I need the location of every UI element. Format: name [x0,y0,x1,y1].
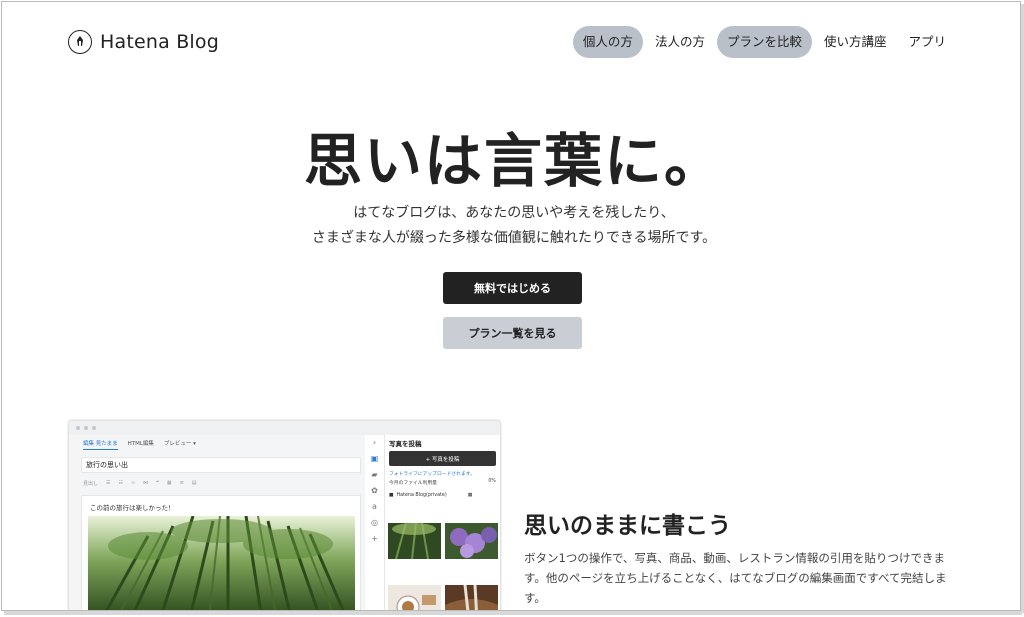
post-body-text: この前の旅行は楽しかった！ [90,504,175,512]
nav-guide[interactable]: 使い方講座 [814,26,897,58]
nav-individual[interactable]: 個人の方 [572,26,643,58]
photo-icon: ▣ [370,454,379,463]
logo-text: Hatena Blog [100,31,219,53]
link-icon: ∞ [130,480,136,486]
table-icon: ▦ [166,480,172,486]
tab-preview: プレビュー ▾ [163,441,196,447]
usage-row: 今月のファイル利用量 0% [389,479,496,486]
folder-icon: ▰ [371,470,378,479]
view-plans-button[interactable]: プラン一覧を見る [443,317,582,349]
nav-app[interactable]: アプリ [898,26,956,58]
editor-pane: 編集 見たまま HTML編集 プレビュー ▾ 旅行の思い出 見出し ☰ ☷ ∞ … [69,435,365,610]
photo-thumbnail [388,523,441,559]
window-dot [92,426,96,430]
photo-thumbnail [388,585,441,610]
page-frame: Hatena Blog 個人の方 法人の方 プランを比較 使い方講座 アプリ 思… [1,1,1021,611]
instagram-icon: ◎ [371,518,378,527]
photo-thumbnail [445,585,498,610]
hero-subtitle-line-1: はてなブログは、あなたの思いや考えを残したり、 [353,205,675,221]
post-title-field: 旅行の思い出 [81,457,361,473]
hero-subtitle-line-2: さまざまな人が綴った多様な価値観に触れたりできる場所です。 [311,230,717,246]
bamboo-forest-photo [88,516,355,610]
grid-view-icon: ▦ [467,493,473,498]
photo-panel-title: 写真を投稿 [389,440,422,448]
gear-icon: ✿ [371,486,378,495]
plus-icon: + [371,534,378,543]
heading-select: 見出し [83,480,99,487]
editor-tabs: 編集 見たまま HTML編集 プレビュー ▾ [83,439,196,450]
usage-value: 0% [488,479,496,484]
post-body: この前の旅行は楽しかった！ [81,495,361,610]
amazon-icon: a [372,502,377,511]
chevron-right-icon: › [372,438,377,447]
pen-nib-icon [68,30,92,54]
insert-sidebar: › ▣ ▰ ✿ a ◎ + [367,435,382,610]
image-icon: ▤ [191,480,197,486]
hero-title: 思いは言葉に。 [303,127,724,195]
tab-wysiwyg: 編集 見たまま [83,439,118,450]
folder-select-value: Hatena Blog(private) [396,493,447,498]
window-titlebar [69,421,500,435]
folder-select: ■ Hatena Blog(private) ▦ [389,490,496,501]
site-logo[interactable]: Hatena Blog [68,30,219,54]
format-toolbar: 見出し ☰ ☷ ∞ ⋈ ❝ ▦ ≡ ▤ [81,477,361,489]
align-icon: ≡ [179,480,184,486]
quote-icon: ❝ [156,480,159,486]
folder-icon: ■ [389,493,394,498]
photo-thumbnail [445,523,498,559]
start-free-button[interactable]: 無料ではじめる [443,272,582,304]
nav-compare-plans[interactable]: プランを比較 [716,26,812,58]
upload-photo-button: + 写真を投稿 [389,451,496,466]
nav-business[interactable]: 法人の方 [645,26,715,58]
upload-note: フォトライフにアップロードされます。 [389,472,475,477]
usage-label: 今月のファイル利用量 [389,481,437,486]
list-icon: ☰ [106,480,111,486]
editor-screenshot: 編集 見たまま HTML編集 プレビュー ▾ 旅行の思い出 見出し ☰ ☷ ∞ … [68,420,501,610]
hero-subtitle: はてなブログは、あなたの思いや考えを残したり、 さまざまな人が綴った多様な価値観… [2,201,1020,251]
feature-body: ボタン1つの操作で、写真、商品、動画、レストラン情報の引用を貼りつけできます。他… [524,551,947,605]
embed-icon: ⋈ [143,480,149,486]
feature-title: 思いのままに書こう [524,513,731,539]
tab-html: HTML編集 [127,441,154,447]
window-dot [76,426,80,430]
ordered-list-icon: ☷ [118,480,123,486]
photo-panel: 写真を投稿 + 写真を投稿 フォトライフにアップロードされます。 今月のファイル… [384,435,500,610]
main-nav: 個人の方 法人の方 プランを比較 使い方講座 アプリ [572,26,956,58]
frame-shadow [4,611,1022,615]
window-dot [84,426,88,430]
